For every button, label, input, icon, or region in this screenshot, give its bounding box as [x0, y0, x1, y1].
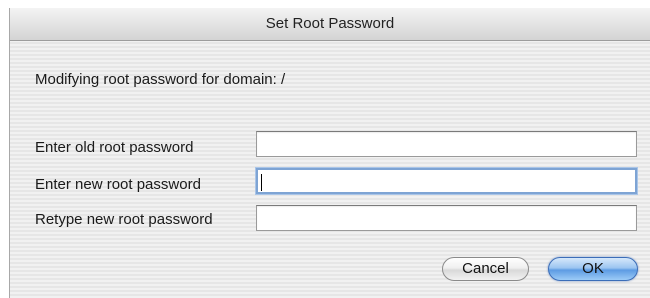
- domain-message: Modifying root password for domain: /: [35, 71, 286, 88]
- old-password-label: Enter old root password: [35, 139, 194, 156]
- window-title: Set Root Password: [265, 15, 395, 32]
- new-password-label: Enter new root password: [35, 176, 201, 193]
- old-password-field[interactable]: [256, 131, 637, 157]
- set-root-password-dialog: Set Root Password Modifying root passwor…: [9, 8, 650, 298]
- retype-password-label: Retype new root password: [35, 211, 213, 228]
- title-bar[interactable]: Set Root Password: [10, 8, 650, 41]
- new-password-field[interactable]: [256, 168, 637, 194]
- ok-button[interactable]: OK: [548, 257, 638, 281]
- text-caret: [261, 174, 262, 191]
- cancel-button[interactable]: Cancel: [442, 257, 529, 281]
- retype-password-field[interactable]: [256, 205, 637, 231]
